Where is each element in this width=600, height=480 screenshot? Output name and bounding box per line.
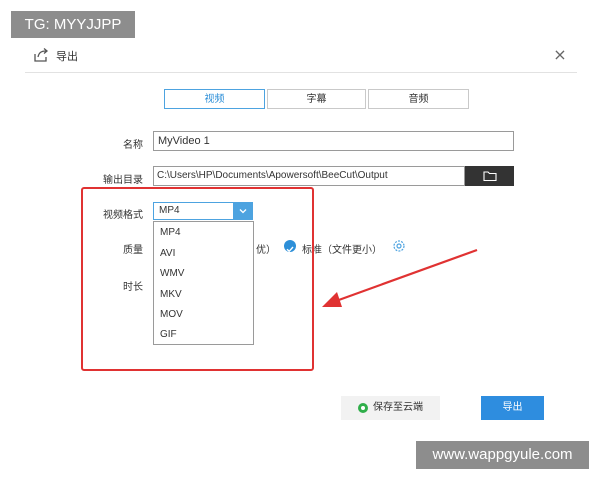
export-button[interactable]: 导出 <box>481 396 544 420</box>
annotation-highlight-box <box>81 187 314 371</box>
folder-icon <box>483 171 497 182</box>
dialog-title: 导出 <box>56 50 78 63</box>
cloud-save-icon <box>358 403 368 413</box>
save-to-cloud-label: 保存至云端 <box>373 402 423 413</box>
tab-subtitle[interactable]: 字幕 <box>267 89 366 109</box>
watermark-top: TG: MYYJJPP <box>11 11 135 38</box>
export-icon <box>34 48 49 62</box>
tab-video[interactable]: 视频 <box>164 89 265 109</box>
browse-folder-button[interactable] <box>465 166 514 186</box>
close-icon[interactable]: × <box>552 47 568 63</box>
output-path-input[interactable]: C:\Users\HP\Documents\Apowersoft\BeeCut\… <box>153 166 465 186</box>
header-divider <box>25 72 577 73</box>
save-to-cloud-button[interactable]: 保存至云端 <box>341 396 440 420</box>
name-label: 名称 <box>123 140 143 151</box>
tab-audio[interactable]: 音频 <box>368 89 469 109</box>
name-input[interactable]: MyVideo 1 <box>153 131 514 151</box>
output-dir-label: 输出目录 <box>103 175 143 186</box>
red-arrow-icon <box>322 248 478 307</box>
watermark-bottom: www.wappgyule.com <box>416 441 589 469</box>
